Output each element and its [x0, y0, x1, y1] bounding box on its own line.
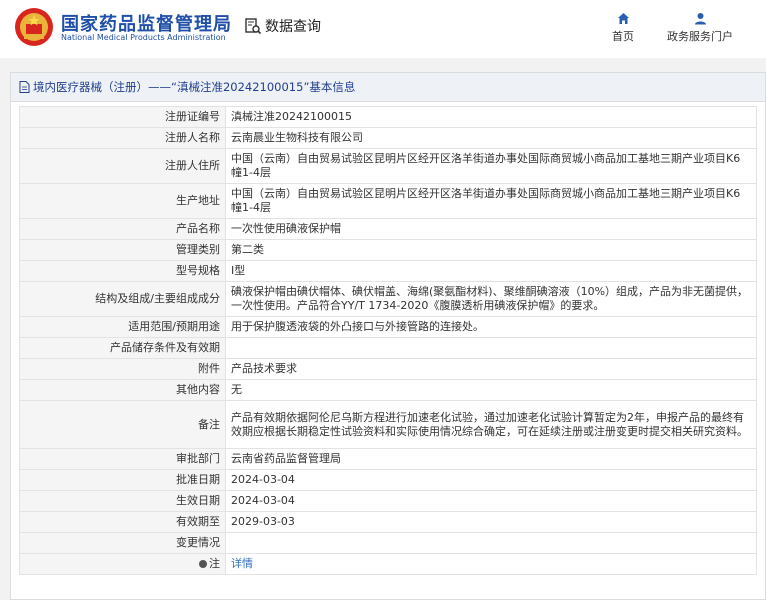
note-bullet-icon	[199, 560, 207, 568]
row-value: 2029-03-03	[225, 511, 757, 533]
note-value-cell: 详情	[225, 553, 757, 575]
row-label: 结构及组成/主要组成成分	[19, 281, 226, 317]
table-row: 结构及组成/主要组成成分 碘液保护帽由碘伏帽体、碘伏帽盖、海绵(聚氨酯材料)、聚维…	[19, 281, 757, 317]
row-label: 注册人住所	[19, 148, 226, 184]
table-row: 注册人住所 中国（云南）自由贸易试验区昆明片区经开区洛羊街道办事处国际商贸城小商品…	[19, 148, 757, 184]
row-value: 2024-03-04	[225, 469, 757, 491]
row-value: 云南晨业生物科技有限公司	[225, 127, 757, 149]
data-query-link[interactable]: 数据查询	[244, 16, 321, 36]
home-icon	[617, 13, 629, 24]
row-label: 批准日期	[19, 469, 226, 491]
table-row: 型号规格 Ⅰ型	[19, 260, 757, 282]
table-row: 其他内容无	[19, 379, 757, 401]
data-query-label: 数据查询	[265, 19, 321, 35]
table-row: 产品储存条件及有效期	[19, 337, 757, 359]
table-row: 适用范围/预期用途 用于保护腹透液袋的外凸接口与外接管路的连接处。	[19, 316, 757, 338]
table-row: 附件 产品技术要求	[19, 358, 757, 380]
table-row: 生产地址 中国（云南）自由贸易试验区昆明片区经开区洛羊街道办事处国际商贸城小商品加…	[19, 183, 757, 219]
panel-title: 境内医疗器械（注册）——“滇械注准20242100015”基本信息	[33, 80, 356, 94]
row-label: 备注	[19, 400, 226, 449]
row-label: 其他内容	[19, 379, 226, 401]
row-label: 附件	[19, 358, 226, 380]
row-value: 无	[225, 379, 757, 401]
note-row: 注 详情	[19, 553, 757, 575]
row-value: 一次性使用碘液保护帽	[225, 218, 757, 240]
note-label-cell: 注	[19, 553, 226, 575]
row-value: 中国（云南）自由贸易试验区昆明片区经开区洛羊街道办事处国际商贸城小商品加工基地三…	[225, 148, 757, 184]
row-label: 变更情况	[19, 532, 226, 554]
row-label: 产品名称	[19, 218, 226, 240]
row-label: 管理类别	[19, 239, 226, 261]
table-row: 注册证编号 滇械注准20242100015	[19, 106, 757, 128]
row-label: 产品储存条件及有效期	[19, 337, 226, 359]
row-value: 用于保护腹透液袋的外凸接口与外接管路的连接处。	[225, 316, 757, 338]
row-label: 型号规格	[19, 260, 226, 282]
nav-home[interactable]: 首页	[603, 12, 643, 44]
nav-portal-label: 政务服务门户	[667, 30, 733, 43]
table-row: 审批部门 云南省药品监督管理局	[19, 448, 757, 470]
row-value	[225, 532, 757, 554]
row-label: 有效期至	[19, 511, 226, 533]
table-row: 有效期至 2029-03-03	[19, 511, 757, 533]
site-title-en: National Medical Products Administration	[61, 33, 226, 42]
row-value: 碘液保护帽由碘伏帽体、碘伏帽盖、海绵(聚氨酯材料)、聚维酮碘溶液（10%）组成，…	[225, 281, 757, 317]
row-label: 适用范围/预期用途	[19, 316, 226, 338]
row-value: 2024-03-04	[225, 490, 757, 512]
national-emblem-icon	[15, 8, 53, 46]
panel-title-bar: 境内医疗器械（注册）——“滇械注准20242100015”基本信息	[11, 73, 765, 102]
details-link[interactable]: 详情	[231, 557, 253, 570]
table-row: 批准日期 2024-03-04	[19, 469, 757, 491]
row-label: 注册证编号	[19, 106, 226, 128]
row-value: 云南省药品监督管理局	[225, 448, 757, 470]
row-label: 生产地址	[19, 183, 226, 219]
table-row: 注册人名称 云南晨业生物科技有限公司	[19, 127, 757, 149]
row-value: Ⅰ型	[225, 260, 757, 282]
table-row: 变更情况	[19, 532, 757, 554]
device-info-table: 注册证编号 滇械注准20242100015 注册人名称 云南晨业生物科技有限公司 注…	[19, 106, 757, 575]
table-row: 管理类别 第二类	[19, 239, 757, 261]
note-label: 注	[209, 557, 220, 570]
row-label: 生效日期	[19, 490, 226, 512]
search-document-icon	[245, 18, 262, 35]
nav-service-portal[interactable]: 政务服务门户	[655, 12, 745, 44]
row-value: 产品有效期依据阿伦尼乌斯方程进行加速老化试验，通过加速老化试验计算暂定为2年，申…	[225, 400, 757, 449]
row-value: 产品技术要求	[225, 358, 757, 380]
document-icon	[19, 81, 30, 93]
nav-home-label: 首页	[612, 30, 634, 43]
device-info-panel: 境内医疗器械（注册）——“滇械注准20242100015”基本信息 注册证编号滇…	[10, 72, 766, 600]
table-row: 备注 产品有效期依据阿伦尼乌斯方程进行加速老化试验，通过加速老化试验计算暂定为2年…	[19, 400, 757, 449]
row-label: 注册人名称	[19, 127, 226, 149]
row-value: 滇械注准20242100015	[225, 106, 757, 128]
table-row: 生效日期 2024-03-04	[19, 490, 757, 512]
user-icon	[694, 13, 706, 25]
row-value: 第二类	[225, 239, 757, 261]
row-value	[225, 337, 757, 359]
row-value: 中国（云南）自由贸易试验区昆明片区经开区洛羊街道办事处国际商贸城小商品加工基地三…	[225, 183, 757, 219]
row-label: 审批部门	[19, 448, 226, 470]
table-row: 产品名称 一次性使用碘液保护帽	[19, 218, 757, 240]
site-header: 国家药品监督管理局 National Medical Products Admi…	[0, 0, 766, 58]
